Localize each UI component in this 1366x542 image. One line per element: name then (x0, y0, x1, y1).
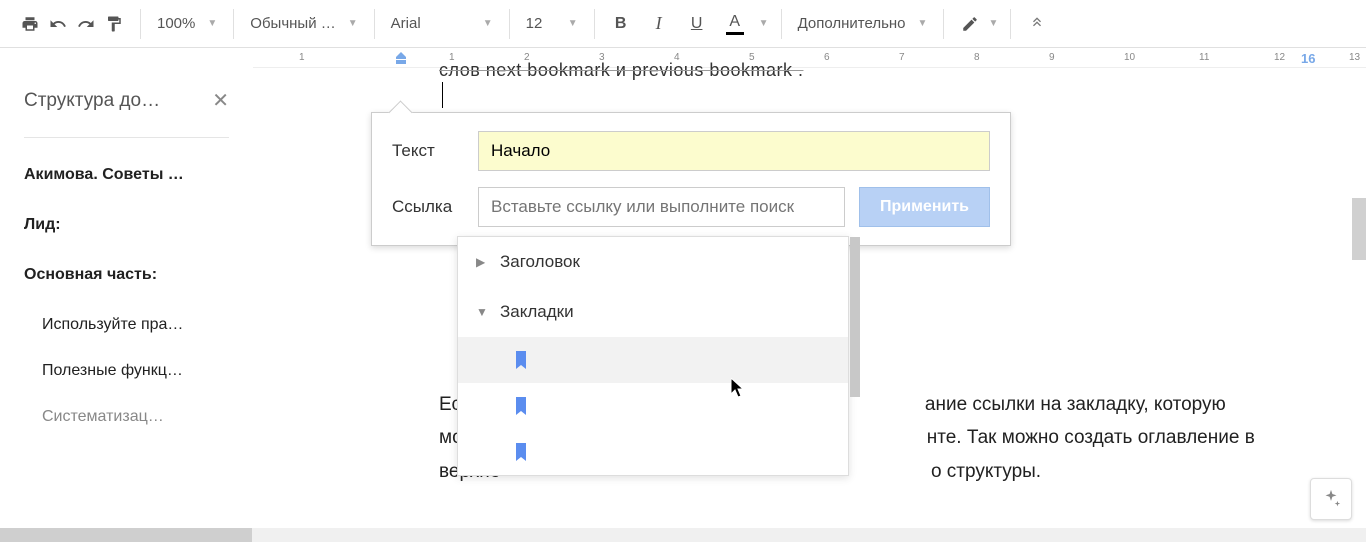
link-url-label: Ссылка (392, 197, 478, 217)
collapse-toolbar-button[interactable] (1023, 10, 1051, 38)
underline-button[interactable]: U (683, 10, 711, 38)
chevron-down-icon: ▼ (483, 18, 493, 29)
chevron-right-icon: ▶ (476, 255, 500, 269)
explore-button[interactable] (1310, 478, 1352, 520)
indent-marker-left[interactable] (395, 51, 407, 65)
paragraph-style-select[interactable]: Обычный … ▼ (246, 15, 361, 32)
right-scroll-indicator[interactable] (1352, 198, 1366, 260)
style-value: Обычный … (250, 15, 335, 32)
text-cursor (442, 82, 443, 108)
document-text: слов next bookmark и previous bookmark . (439, 60, 803, 81)
sidebar-title: Структура до… (24, 90, 204, 112)
chevron-down-icon: ▼ (348, 18, 358, 29)
font-select[interactable]: Arial ▼ (387, 15, 497, 32)
text-color-button[interactable]: A (721, 10, 749, 38)
text-color-bar (726, 32, 744, 35)
link-suggestions-dropdown: ▶ Заголовок ▼ Закладки (457, 236, 849, 476)
chevron-down-icon: ▼ (476, 305, 500, 319)
zoom-value: 100% (157, 15, 195, 32)
link-text-input[interactable] (478, 131, 990, 171)
font-value: Arial (391, 15, 421, 32)
text-color-letter: A (729, 13, 740, 31)
bookmark-suggestion-item[interactable] (458, 383, 848, 429)
divider (24, 137, 229, 138)
toolbar: 100% ▼ Обычный … ▼ Arial ▼ 12 ▼ B I U A ▼ До… (0, 0, 1366, 48)
horizontal-scrollbar-thumb[interactable] (0, 528, 252, 542)
chevron-down-icon: ▼ (988, 18, 998, 29)
outline-item[interactable]: Лид: (24, 216, 229, 234)
indent-marker-right[interactable]: 16 (1301, 51, 1315, 66)
document-canvas[interactable]: слов next bookmark и previous bookmark .… (253, 68, 1366, 542)
chevron-down-icon: ▼ (207, 18, 217, 29)
suggestion-headings[interactable]: ▶ Заголовок (458, 237, 848, 287)
outline-subitem[interactable]: Используйте пра… (24, 316, 229, 334)
suggestion-bookmarks[interactable]: ▼ Закладки (458, 287, 848, 337)
outline-item[interactable]: Основная часть: (24, 266, 229, 284)
outline-item[interactable]: Акимова. Советы … (24, 166, 229, 184)
outline-subitem[interactable]: Полезные функц… (24, 362, 229, 380)
print-button[interactable] (16, 10, 44, 38)
italic-button[interactable]: I (645, 10, 673, 38)
outline-subitem[interactable]: Систематизац… (24, 408, 229, 426)
bookmark-suggestion-item[interactable] (458, 429, 848, 475)
link-text-label: Текст (392, 141, 478, 161)
bold-button[interactable]: B (607, 10, 635, 38)
chevron-down-icon: ▼ (759, 18, 769, 29)
more-tools-select[interactable]: Дополнительно ▼ (794, 15, 932, 32)
chevron-down-icon: ▼ (568, 18, 578, 29)
horizontal-scrollbar-track[interactable] (252, 528, 1366, 542)
paint-format-button[interactable] (100, 10, 128, 38)
outline-sidebar: Структура до… ✕ Акимова. Советы … Лид: О… (0, 68, 253, 542)
suggestion-label: Закладки (500, 302, 574, 322)
link-url-input[interactable] (478, 187, 845, 227)
suggestion-label: Заголовок (500, 252, 580, 272)
undo-button[interactable] (44, 10, 72, 38)
edit-mode-button[interactable] (956, 10, 984, 38)
more-label: Дополнительно (798, 15, 906, 32)
zoom-select[interactable]: 100% ▼ (153, 15, 221, 32)
redo-button[interactable] (72, 10, 100, 38)
scrollbar[interactable] (850, 237, 860, 397)
ruler[interactable]: 1 123 456 789 101112 131415 16 (253, 48, 1366, 68)
close-sidebar-button[interactable]: ✕ (204, 88, 229, 113)
size-value: 12 (526, 15, 543, 32)
chevron-down-icon: ▼ (918, 18, 928, 29)
insert-link-dialog: Текст Ссылка Применить (371, 112, 1011, 246)
apply-link-button[interactable]: Применить (859, 187, 990, 227)
bookmark-suggestion-item[interactable] (458, 337, 848, 383)
font-size-select[interactable]: 12 ▼ (522, 15, 582, 32)
